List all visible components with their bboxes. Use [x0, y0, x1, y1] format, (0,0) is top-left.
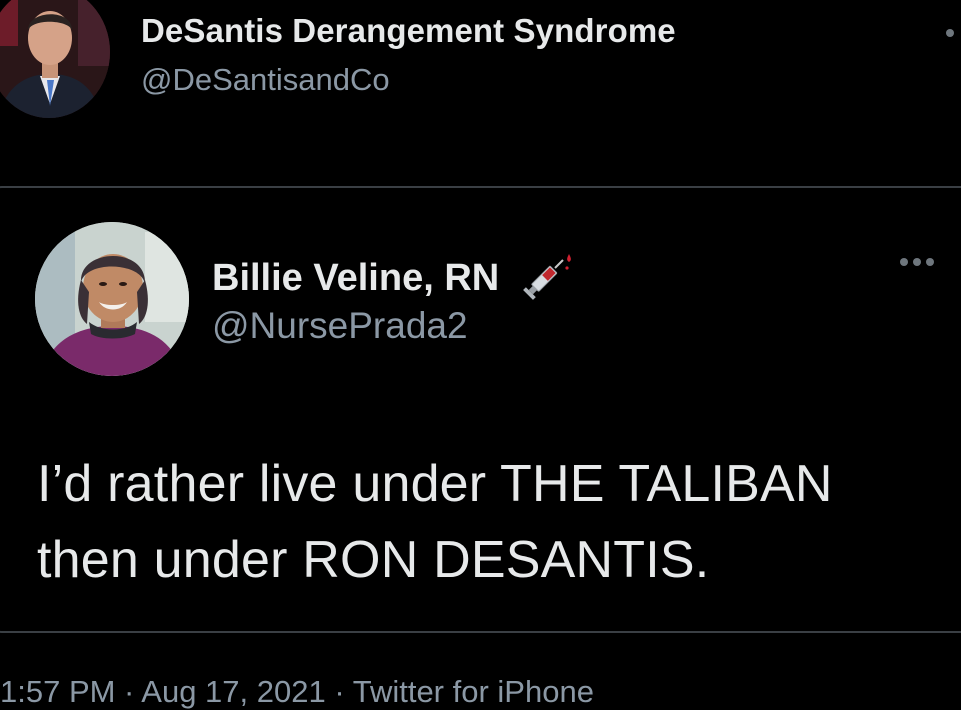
quoted-display-name[interactable]: Billie Veline, RN: [212, 257, 499, 300]
quoted-tweet-text: I’d rather live under THE TALIBAN then u…: [37, 446, 947, 598]
quoted-avatar[interactable]: [35, 222, 189, 376]
more-options-dot-icon[interactable]: [946, 29, 954, 37]
profile-photo-man-in-suit-icon: [0, 0, 110, 118]
profile-photo-smiling-woman-icon: [35, 222, 189, 376]
outer-handle[interactable]: @DeSantisandCo: [141, 62, 390, 98]
tweet-text-line-1: I’d rather live under THE TALIBAN: [37, 455, 833, 513]
ellipsis-dot: [913, 258, 921, 266]
ellipsis-dot: [900, 258, 908, 266]
ellipsis-dot: [926, 258, 934, 266]
quoted-handle[interactable]: @NursePrada2: [212, 305, 468, 347]
more-options-ellipsis-icon[interactable]: [900, 258, 934, 266]
tweet-text-line-2: then under RON DESANTIS.: [37, 531, 710, 589]
tweet-timestamp-meta[interactable]: 1:57 PM · Aug 17, 2021 · Twitter for iPh…: [0, 674, 594, 710]
outer-avatar[interactable]: [0, 0, 110, 118]
syringe-icon: [517, 250, 573, 306]
quoted-name-row: Billie Veline, RN: [212, 250, 573, 306]
outer-display-name[interactable]: DeSantis Derangement Syndrome: [141, 12, 676, 50]
